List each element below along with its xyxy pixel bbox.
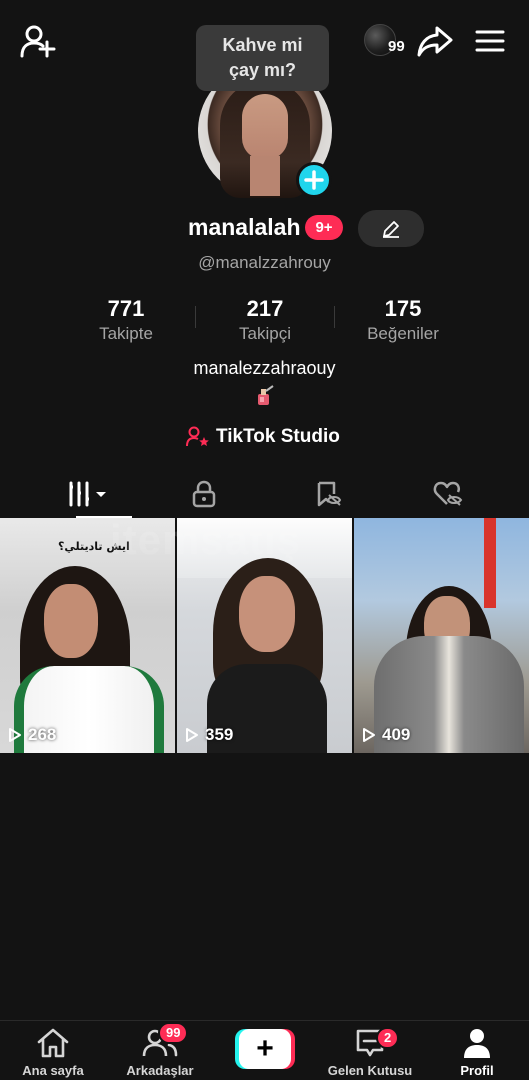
edit-profile-button[interactable]	[358, 210, 424, 247]
stat-label: Takipte	[99, 324, 153, 343]
tooltip-line-1: Kahve mi	[222, 35, 303, 55]
studio-label: TikTok Studio	[216, 426, 340, 447]
tab-liked-hidden[interactable]	[382, 470, 514, 518]
watermark: itemsatış	[110, 516, 302, 563]
stat-value: 175	[384, 296, 422, 321]
lock-icon	[192, 480, 216, 508]
nav-home[interactable]: Ana sayfa	[3, 1027, 103, 1080]
name-row: manalalah 9+	[0, 210, 529, 247]
view-count: 359	[205, 725, 234, 744]
nav-home-label: Ana sayfa	[22, 1063, 84, 1078]
nav-inbox-label: Gelen Kutusu	[327, 1063, 413, 1078]
divider	[334, 306, 335, 328]
stat-value: 771	[107, 296, 145, 321]
profile-icon	[464, 1029, 490, 1058]
video-views: 359	[185, 725, 233, 745]
coin-count: 99	[388, 38, 405, 55]
view-count: 268	[28, 725, 57, 744]
tab-videos[interactable]	[22, 470, 154, 518]
user-handle: @manalzzahrouy	[198, 253, 331, 272]
add-friend-icon[interactable]	[20, 24, 56, 58]
bottom-nav: Ana sayfa Arkadaşlar 99 + Gelen Kutusu 2…	[0, 1020, 529, 1080]
play-icon	[363, 728, 375, 742]
nail-polish-icon	[253, 385, 277, 407]
menu-icon[interactable]	[474, 26, 506, 56]
add-story-button[interactable]	[296, 162, 332, 198]
nav-friends-label: Arkadaşlar	[126, 1063, 194, 1078]
video-thumbnail[interactable]: 409	[354, 518, 529, 753]
home-icon	[37, 1028, 69, 1058]
coin-balance[interactable]: 99	[362, 22, 412, 62]
nav-profile-label: Profil	[460, 1063, 494, 1078]
studio-user-star-icon	[186, 426, 209, 447]
tooltip-line-2: çay mı?	[228, 60, 297, 80]
stat-value: 217	[246, 296, 284, 321]
tab-private[interactable]	[138, 470, 270, 518]
tab-saved-hidden[interactable]	[262, 470, 394, 518]
stat-likes[interactable]: 175 Beğeniler	[343, 296, 463, 344]
inbox-badge: 2	[376, 1027, 400, 1049]
profile-stats: 771 Takipte 217 Takipçi 175 Beğeniler	[0, 296, 529, 346]
nav-inbox[interactable]: Gelen Kutusu 2	[320, 1027, 420, 1080]
stat-following[interactable]: 771 Takipte	[66, 296, 186, 344]
play-icon	[186, 728, 198, 742]
bio-text: manalezzahraouy	[193, 358, 336, 378]
plus-icon	[304, 170, 324, 190]
username: manalalah	[188, 214, 301, 240]
pencil-icon	[383, 220, 399, 238]
create-plus-label: +	[239, 1029, 291, 1069]
friends-badge: 99	[158, 1022, 189, 1044]
create-button[interactable]: +	[235, 1029, 295, 1069]
notification-badge[interactable]: 9+	[305, 215, 343, 240]
video-views: 409	[362, 725, 410, 745]
stat-label: Beğeniler	[367, 324, 439, 343]
nav-friends[interactable]: Arkadaşlar 99	[110, 1022, 210, 1080]
stat-label: Takipçi	[239, 324, 291, 343]
video-views: 268	[8, 725, 56, 745]
nav-profile[interactable]: Profil	[427, 1027, 527, 1080]
view-count: 409	[382, 725, 411, 744]
videos-grid-icon	[69, 481, 106, 507]
tiktok-studio-link[interactable]: TikTok Studio	[186, 424, 340, 450]
stat-followers[interactable]: 217 Takipçi	[205, 296, 325, 344]
status-tooltip: Kahve mi çay mı?	[196, 25, 329, 91]
play-icon	[9, 728, 21, 742]
heart-hidden-icon	[433, 481, 463, 506]
content-tabs	[0, 470, 529, 518]
divider	[195, 306, 196, 328]
bookmark-hidden-icon	[317, 481, 342, 507]
share-icon[interactable]	[416, 24, 454, 58]
